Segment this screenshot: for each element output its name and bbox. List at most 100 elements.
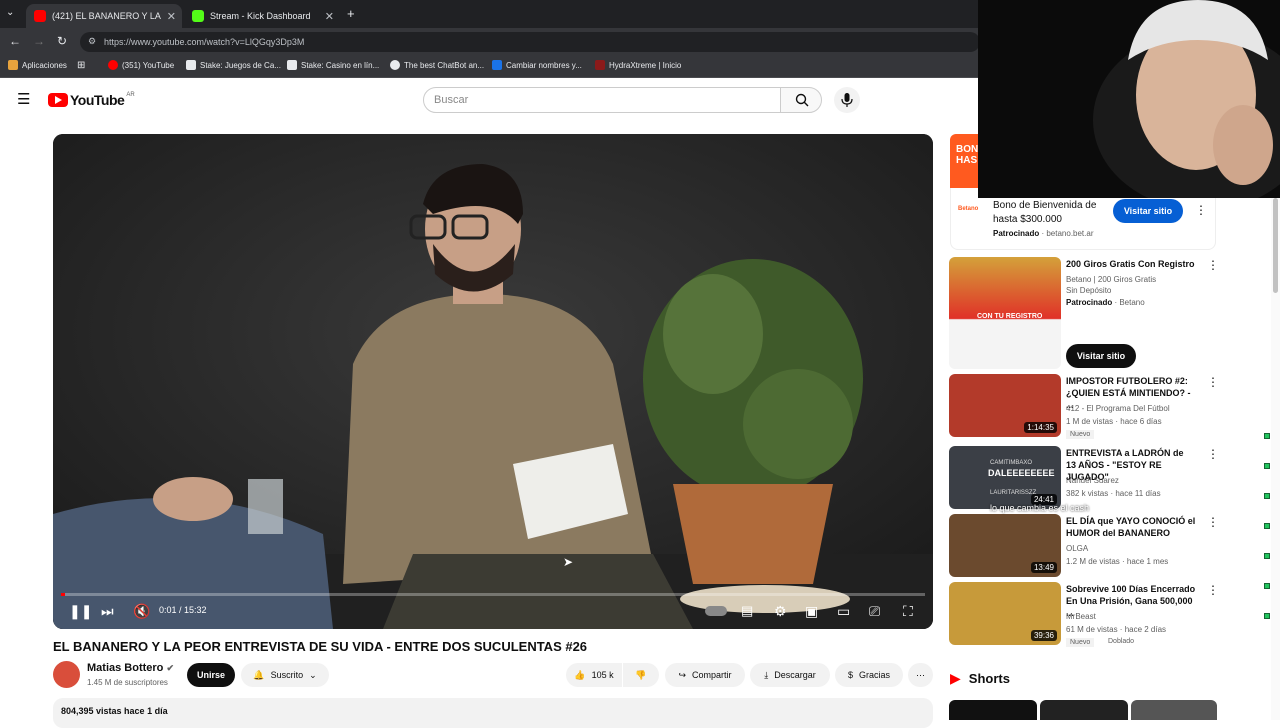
rec-title[interactable]: EL DÍA que YAYO CONOCIÓ el HUMOR del BAN… <box>1066 515 1196 539</box>
rec-more-icon[interactable]: ⋮ <box>1207 375 1219 389</box>
autoplay-toggle[interactable] <box>705 606 727 616</box>
rec-meta: 1.2 M de vistas · hace 1 mes <box>1066 557 1169 566</box>
join-button[interactable]: Unirse <box>187 663 235 687</box>
new-badge: Nuevo <box>1066 430 1095 439</box>
youtube-favicon-icon <box>108 60 118 70</box>
menu-icon[interactable]: ☰ <box>17 90 30 108</box>
youtube-wordmark: YouTube <box>70 92 125 108</box>
youtube-play-logo-icon <box>48 93 68 107</box>
rec-channel[interactable]: OLGA <box>1066 543 1201 554</box>
shorts-icon: ▶ <box>950 670 961 686</box>
fullscreen-icon[interactable]: ⛶ <box>903 603 913 620</box>
chevron-down-icon: ⌄ <box>309 669 317 680</box>
settings-icon[interactable]: ⚙ <box>774 603 787 620</box>
bookmark-youtube[interactable]: (351) YouTube <box>108 60 174 70</box>
new-tab-icon[interactable]: + <box>347 6 355 21</box>
description-box[interactable]: 804,395 vistas hace 1 día <box>53 698 933 728</box>
thanks-button[interactable]: $ Gracias <box>835 663 903 687</box>
ad2-title: 200 Giros Gratis Con Registro <box>1066 259 1195 269</box>
channel-name[interactable]: Matias Bottero ✔ <box>87 662 174 674</box>
stake-icon <box>287 60 297 70</box>
bookmark-stake-2[interactable]: Stake: Casino en lín... <box>287 60 379 70</box>
short-thumbnail[interactable] <box>949 700 1037 720</box>
rec-thumbnail[interactable]: 39:36 <box>949 582 1061 645</box>
duration-badge: 39:36 <box>1030 630 1057 641</box>
short-thumbnail[interactable] <box>1131 700 1217 720</box>
ad2-desc: Betano | 200 Giros Gratis Sin Depósito <box>1066 275 1157 295</box>
pause-icon[interactable]: ❚❚ <box>69 603 92 620</box>
share-icon: ↪ <box>678 669 687 680</box>
rec-channel[interactable]: 412 - El Programa Del Fútbol <box>1066 403 1201 414</box>
rec-more-icon[interactable]: ⋮ <box>1207 447 1219 461</box>
close-tab-icon[interactable]: ✕ <box>167 10 176 23</box>
rec-thumbnail[interactable]: 13:49 <box>949 514 1061 577</box>
bookmark-stake-1[interactable]: Stake: Juegos de Ca... <box>186 60 281 70</box>
more-icon: ⋯ <box>916 669 925 680</box>
video-frame <box>53 134 933 629</box>
ad-meta: Patrocinado · betano.bet.ar <box>993 229 1094 238</box>
rec-channel[interactable]: MrBeast <box>1066 611 1201 622</box>
duration-badge: 13:49 <box>1030 562 1057 573</box>
tab-list-icon[interactable]: ⌄ <box>6 7 14 18</box>
search-button[interactable] <box>780 87 822 113</box>
close-tab-icon[interactable]: ✕ <box>325 10 334 23</box>
voice-search-button[interactable] <box>834 87 860 113</box>
overlay-indicator <box>1264 523 1270 529</box>
miniplayer-icon[interactable]: ▣ <box>805 603 818 620</box>
video-player[interactable]: ❚❚ ⏭ 🔇 0:01 / 15:32 ▤ ⚙ ▣ ▭ ⎚ ⛶ <box>53 134 933 629</box>
youtube-logo[interactable]: YouTube AR <box>48 92 135 108</box>
like-button[interactable]: 👍 105 k <box>566 663 622 687</box>
ad2-thumbnail[interactable]: CON TU REGISTRO <box>949 257 1061 369</box>
dislike-button[interactable]: 👎 <box>623 663 659 687</box>
mute-icon[interactable]: 🔇 <box>133 603 150 620</box>
site-info-icon[interactable]: ⚙ <box>88 36 96 47</box>
theater-mode-icon[interactable]: ▭ <box>837 603 850 620</box>
tab-kick[interactable]: Stream - Kick Dashboard ✕ <box>184 4 340 28</box>
ad2-visit-site-button[interactable]: Visitar sitio <box>1066 344 1136 368</box>
region-code: AR <box>126 92 135 98</box>
more-actions-button[interactable]: ⋯ <box>908 663 933 687</box>
bookmark-chatbot[interactable]: The best ChatBot an... <box>390 60 484 70</box>
ad-title: Bono de Bienvenida de hasta $300.000 <box>993 200 1097 225</box>
rec-thumbnail[interactable]: 1:14:35 <box>949 374 1061 437</box>
chatbot-icon <box>390 60 400 70</box>
channel-avatar[interactable] <box>53 661 80 688</box>
shorts-header: ▶ Shorts <box>950 670 1010 687</box>
search-input[interactable]: Buscar <box>423 87 781 113</box>
ad2-more-icon[interactable]: ⋮ <box>1207 258 1219 272</box>
bookmark-hydra[interactable]: HydraXtreme | Inicio <box>595 60 681 70</box>
tab-youtube[interactable]: (421) EL BANANERO Y LA PEOR ✕ <box>26 4 182 28</box>
back-icon[interactable]: ← <box>9 34 21 48</box>
scrollbar-thumb[interactable] <box>1273 198 1278 293</box>
next-icon[interactable]: ⏭ <box>101 603 114 620</box>
thumbs-up-icon: 👍 <box>574 669 586 680</box>
short-thumbnail[interactable] <box>1040 700 1128 720</box>
download-button[interactable]: ⤓ Descargar <box>750 663 830 687</box>
bookmark-cambiar[interactable]: Cambiar nombres y... <box>492 60 582 70</box>
mic-icon <box>841 93 853 107</box>
time-display: 0:01 / 15:32 <box>159 605 207 615</box>
ad-more-icon[interactable]: ⋮ <box>1195 203 1207 217</box>
cast-icon[interactable]: ⎚ <box>869 603 880 620</box>
mouse-cursor: ➤ <box>563 555 574 569</box>
share-button[interactable]: ↪ Compartir <box>665 663 745 687</box>
page-scrollbar[interactable] <box>1271 198 1280 720</box>
subscribed-button[interactable]: 🔔 Suscrito ⌄ <box>241 663 329 687</box>
ad2-thumb-text: CON TU REGISTRO <box>977 313 1043 320</box>
reload-icon[interactable]: ↻ <box>57 34 67 48</box>
url-input[interactable]: ⚙ https://www.youtube.com/watch?v=LlQGqy… <box>80 32 980 52</box>
subtitles-icon[interactable]: ▤ <box>741 603 753 619</box>
rec-more-icon[interactable]: ⋮ <box>1207 583 1219 597</box>
forward-icon[interactable]: → <box>33 34 45 48</box>
rec-more-icon[interactable]: ⋮ <box>1207 515 1219 529</box>
bookmark-apps[interactable]: Aplicaciones <box>8 60 67 70</box>
apps-icon <box>8 60 18 70</box>
search-icon <box>795 93 809 107</box>
video-title: EL BANANERO Y LA PEOR ENTREVISTA DE SU V… <box>53 639 588 654</box>
tab-title: Stream - Kick Dashboard <box>210 11 311 21</box>
progress-bar[interactable] <box>61 593 925 596</box>
visit-site-button[interactable]: Visitar sitio <box>1113 199 1183 223</box>
bookmark-grid[interactable]: ⊞ <box>77 60 85 71</box>
overlay-indicator <box>1264 583 1270 589</box>
chat-username: CAMITIMBAXO <box>990 460 1033 466</box>
